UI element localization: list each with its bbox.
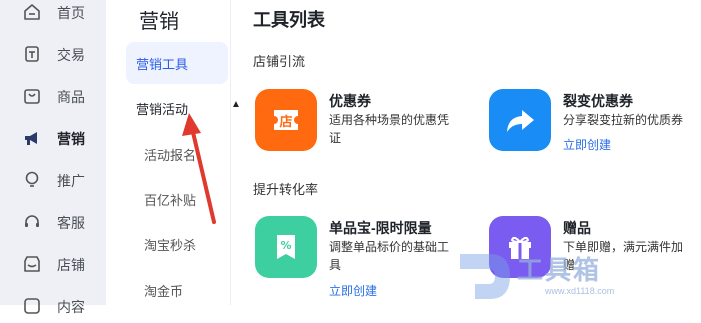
discount-tag-icon: % <box>255 216 317 278</box>
sidebar-item-label: 推广 <box>57 173 85 189</box>
watermark: 工具箱 www.xd1118.com <box>455 240 701 305</box>
watermark-text: 工具箱 <box>517 255 602 285</box>
tool-name: 单品宝-限时限量 <box>329 220 432 236</box>
store-icon <box>24 256 40 272</box>
tool-desc: 适用各种场景的优惠凭证 <box>329 113 450 145</box>
watermark-logo-icon <box>460 254 510 299</box>
megaphone-icon <box>25 132 37 145</box>
share-arrow-icon <box>489 89 551 151</box>
sidebar-item-label: 内容 <box>57 299 85 315</box>
tool-name: 赠品 <box>563 220 591 236</box>
subnav-child-subsidy[interactable]: 百亿补贴 <box>144 190 196 209</box>
home-icon <box>24 4 40 20</box>
tool-desc: 调整单品标价的基础工具 <box>329 240 450 272</box>
bag-icon <box>24 89 40 104</box>
tool-card-single-item[interactable]: % 单品宝-限时限量 调整单品标价的基础工具 立即创建 <box>255 216 465 301</box>
svg-text:店: 店 <box>279 114 292 130</box>
sidebar-item-label: 营销 <box>57 131 85 147</box>
section-title: 店铺引流 <box>253 54 306 69</box>
svg-text:%: % <box>280 239 291 252</box>
order-icon <box>25 46 39 62</box>
subnav-title: 营销 <box>139 11 179 33</box>
shop-coupon-icon: 店 <box>255 89 317 151</box>
subnav-item-marketing-activities[interactable]: 营销活动 ▲ <box>126 87 241 129</box>
subnav-item-label: 营销活动 <box>136 102 189 117</box>
sidebar-item-label: 店铺 <box>57 257 85 273</box>
sidebar-item-content[interactable]: 内容 <box>0 289 106 323</box>
sidebar-item-label: 商品 <box>57 89 85 105</box>
sidebar-item-trade[interactable]: 交易 <box>0 37 106 71</box>
main-sidebar: 首页 交易 商品 营销 推广 客服 店铺 内容 <box>0 0 106 315</box>
section-title: 提升转化率 <box>253 182 319 197</box>
sidebar-item-label: 交易 <box>57 47 85 63</box>
sidebar-item-home[interactable]: 首页 <box>0 0 106 29</box>
tool-card-coupon[interactable]: 店 优惠券 适用各种场景的优惠凭证 <box>255 89 465 159</box>
sidebar-item-promotion[interactable]: 推广 <box>0 163 106 197</box>
create-now-link[interactable]: 立即创建 <box>329 282 377 299</box>
sidebar-item-store[interactable]: 店铺 <box>0 247 106 281</box>
watermark-url: www.xd1118.com <box>545 286 615 296</box>
lightbulb-icon <box>25 171 39 187</box>
sidebar-item-service[interactable]: 客服 <box>0 205 106 239</box>
tool-name: 裂变优惠券 <box>563 93 633 109</box>
sidebar-item-label: 客服 <box>57 215 85 231</box>
create-now-link[interactable]: 立即创建 <box>563 136 611 153</box>
sidebar-item-marketing[interactable]: 营销 <box>0 121 106 155</box>
tool-card-fission-coupon[interactable]: 裂变优惠券 分享裂变拉新的优质券 立即创建 <box>489 89 701 159</box>
subnav-child-activity-signup[interactable]: 活动报名 <box>144 145 196 164</box>
subnav-child-gold-coin[interactable]: 淘金币 <box>144 281 183 300</box>
marketing-subnav: 营销 营销工具 营销活动 ▲ 活动报名 百亿补贴 淘宝秒杀 淘金币 <box>106 0 241 305</box>
sidebar-item-goods[interactable]: 商品 <box>0 79 106 113</box>
tool-name: 优惠券 <box>329 93 371 109</box>
tool-desc: 分享裂变拉新的优质券 <box>563 113 684 127</box>
sidebar-item-label: 首页 <box>57 5 85 21</box>
headset-icon <box>25 215 39 227</box>
subnav-item-marketing-tools[interactable]: 营销工具 <box>126 42 228 84</box>
content-icon <box>24 298 40 314</box>
subnav-child-flash-sale[interactable]: 淘宝秒杀 <box>144 235 196 254</box>
page-title: 工具列表 <box>253 10 325 30</box>
subnav-item-label: 营销工具 <box>136 57 189 72</box>
